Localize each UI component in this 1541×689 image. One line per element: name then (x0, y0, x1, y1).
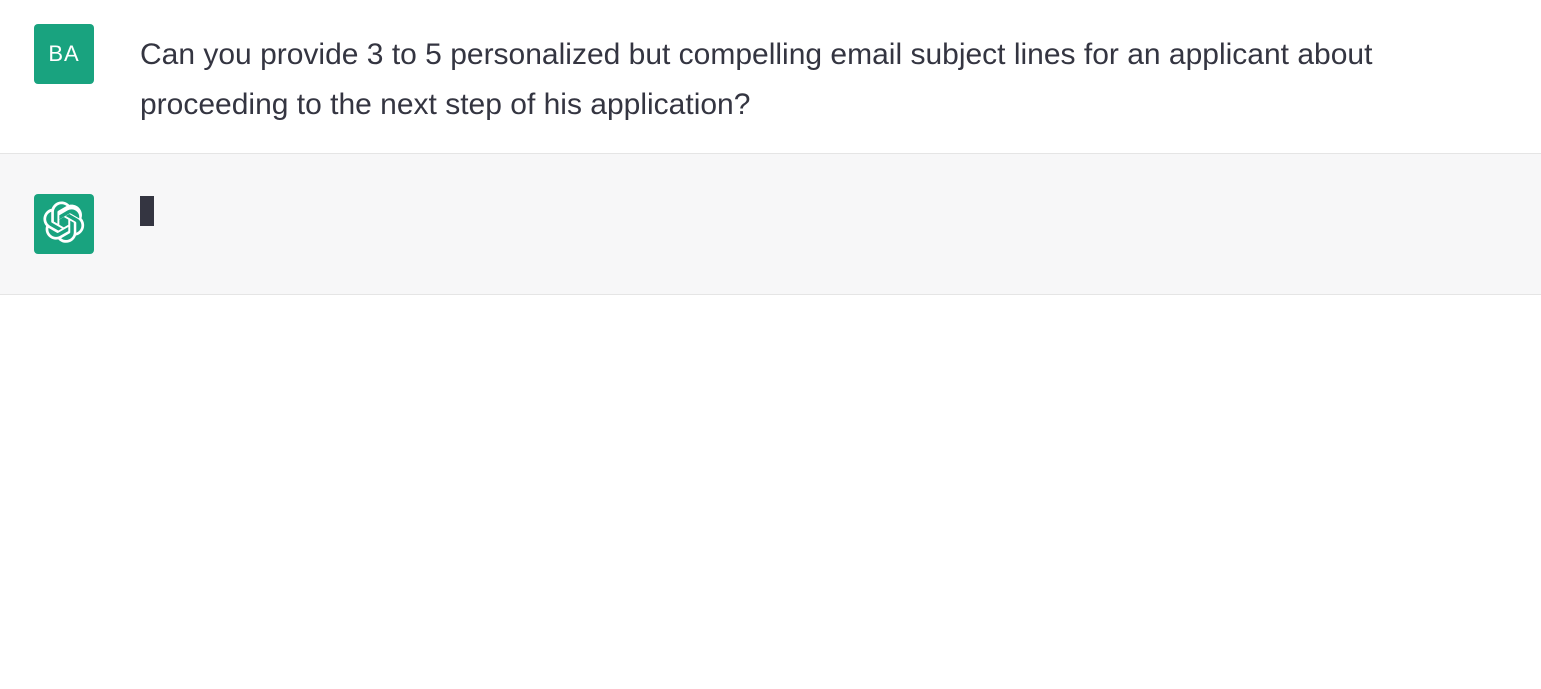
user-initials: BA (48, 41, 79, 67)
assistant-avatar (34, 194, 94, 254)
user-avatar: BA (34, 24, 94, 84)
user-message-row: BA Can you provide 3 to 5 personalized b… (0, 0, 1541, 154)
user-message-text: Can you provide 3 to 5 personalized but … (140, 30, 1507, 129)
assistant-message-content (118, 194, 1507, 226)
typing-cursor-icon (140, 196, 154, 226)
openai-logo-icon (43, 201, 85, 248)
user-message-content: Can you provide 3 to 5 personalized but … (118, 24, 1507, 129)
assistant-message-row (0, 154, 1541, 295)
